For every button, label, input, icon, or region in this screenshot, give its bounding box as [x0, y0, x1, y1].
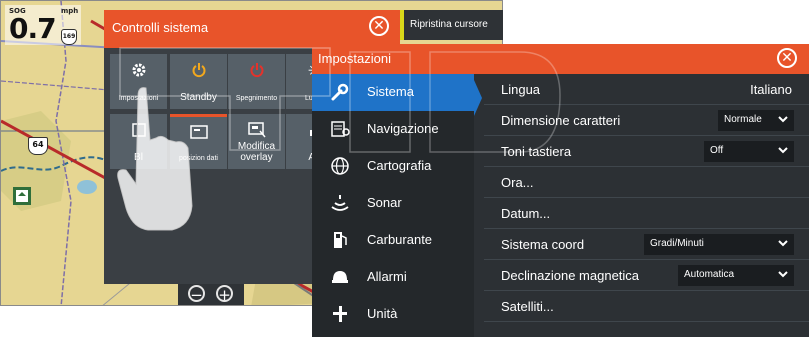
nav-label: Allarmi — [367, 269, 407, 284]
row-sistema-coord[interactable]: Sistema coord Gradi/Minuti — [484, 229, 809, 260]
row-label: Toni tastiera — [501, 144, 572, 159]
navigation-icon — [330, 119, 350, 139]
magnetic-variation-dropdown[interactable]: Automatica — [678, 265, 794, 286]
settings-dialog: Impostazioni ✕ Sistema Navigazione Carto… — [312, 44, 809, 337]
data-icon — [170, 125, 227, 143]
row-toni-tastiera[interactable]: Toni tastiera Off — [484, 136, 809, 167]
nav-label: Unità — [367, 306, 398, 321]
tile-label: Modifica overlay — [237, 141, 276, 163]
tile-pagine[interactable]: Bl — [110, 114, 167, 169]
chevron-down-icon — [778, 268, 788, 281]
page-icon — [110, 122, 167, 142]
tile-label: Standby — [180, 92, 217, 103]
nav-item-cartografia[interactable]: Cartografia — [312, 148, 474, 185]
globe-icon — [330, 156, 350, 176]
route-shield-64: 64 — [28, 137, 48, 155]
nav-label: Sistema — [367, 84, 414, 99]
nav-item-navigazione[interactable]: Navigazione — [312, 111, 474, 148]
coord-system-dropdown[interactable]: Gradi/Minuti — [644, 234, 794, 255]
dropdown-value: Automatica — [684, 269, 735, 280]
row-ora[interactable]: Ora... — [484, 167, 809, 198]
wrench-icon — [330, 82, 350, 102]
sog-unit: mph — [61, 7, 79, 15]
tile-standby[interactable]: Standby — [170, 54, 227, 109]
zoom-in-button[interactable]: + — [216, 285, 233, 303]
overlay-icon — [228, 122, 285, 142]
active-nav-pointer — [474, 80, 482, 116]
gear-icon — [110, 62, 167, 82]
dropdown-value: Normale — [724, 114, 762, 125]
chevron-down-icon — [778, 144, 788, 157]
tile-modifica-overlay[interactable]: Modifica overlay — [228, 114, 285, 169]
row-lingua[interactable]: Lingua Italiano — [484, 74, 809, 105]
row-label: Lingua — [501, 82, 541, 97]
nav-item-carburante[interactable]: Carburante — [312, 222, 474, 259]
tile-label: posizion dati — [179, 155, 218, 162]
nav-label: Sonar — [367, 195, 402, 210]
key-beeps-dropdown[interactable]: Off — [704, 141, 794, 162]
settings-sidebar: Sistema Navigazione Cartografia Sonar Ca… — [312, 74, 474, 337]
tile-spegnimento[interactable]: Spegnimento — [228, 54, 285, 109]
row-value: Italiano — [750, 82, 792, 97]
tile-impostazioni[interactable]: Impostazioni — [110, 54, 167, 109]
chevron-down-icon — [778, 237, 788, 250]
system-controls-close-button[interactable]: ✕ — [369, 16, 389, 36]
route-shield-169: 169 — [61, 29, 77, 45]
sonar-icon — [330, 193, 350, 213]
settings-header: Impostazioni ✕ — [312, 44, 809, 74]
zoom-controls: − + — [178, 281, 244, 305]
tile-posizione-dati[interactable]: posizion dati — [170, 114, 227, 169]
settings-title: Impostazioni — [318, 51, 391, 66]
power-icon — [170, 62, 227, 82]
system-controls-header: Controlli sistema ✕ — [104, 10, 400, 48]
tile-label: Impostazioni — [118, 95, 159, 102]
system-controls-title: Controlli sistema — [112, 20, 209, 35]
dropdown-value: Gradi/Minuti — [650, 238, 704, 249]
nav-item-unita[interactable]: Unità — [312, 296, 474, 333]
sog-value: 0.7 — [9, 12, 57, 45]
row-label: Sistema coord — [501, 237, 585, 252]
tile-label: Spegnimento — [235, 95, 278, 102]
units-icon — [330, 304, 350, 324]
restore-cursor-button[interactable]: Ripristina cursore — [400, 10, 503, 40]
nav-item-sistema[interactable]: Sistema — [312, 74, 474, 111]
row-dimensione-caratteri[interactable]: Dimensione caratteri Normale — [484, 105, 809, 136]
nav-label: Carburante — [367, 232, 433, 247]
settings-close-button[interactable]: ✕ — [777, 48, 797, 68]
row-label: Satelliti... — [501, 299, 554, 314]
alarm-icon — [330, 267, 350, 287]
chevron-down-icon — [778, 113, 788, 126]
row-label: Declinazione magnetica — [501, 268, 640, 283]
dropdown-value: Off — [710, 145, 724, 156]
restore-cursor-label: Ripristina cursore — [410, 19, 488, 30]
fuel-icon — [330, 230, 350, 250]
zoom-out-button[interactable]: − — [188, 285, 205, 303]
tile-label: Bl — [134, 152, 143, 163]
row-datum[interactable]: Datum... — [484, 198, 809, 229]
row-label: Dimensione caratteri — [501, 113, 621, 128]
row-satelliti[interactable]: Satelliti... — [484, 291, 809, 322]
row-label: Ora... — [501, 175, 534, 190]
settings-list: Lingua Italiano Dimensione caratteri Nor… — [484, 74, 809, 337]
power-icon — [228, 62, 285, 82]
nav-item-sonar[interactable]: Sonar — [312, 185, 474, 222]
row-label: Datum... — [501, 206, 551, 221]
nav-label: Cartografia — [367, 158, 432, 173]
nav-item-allarmi[interactable]: Allarmi — [312, 259, 474, 296]
nav-label: Navigazione — [367, 121, 439, 136]
row-declinazione-magnetica[interactable]: Declinazione magnetica Automatica — [484, 260, 809, 291]
font-size-dropdown[interactable]: Normale — [718, 110, 794, 131]
